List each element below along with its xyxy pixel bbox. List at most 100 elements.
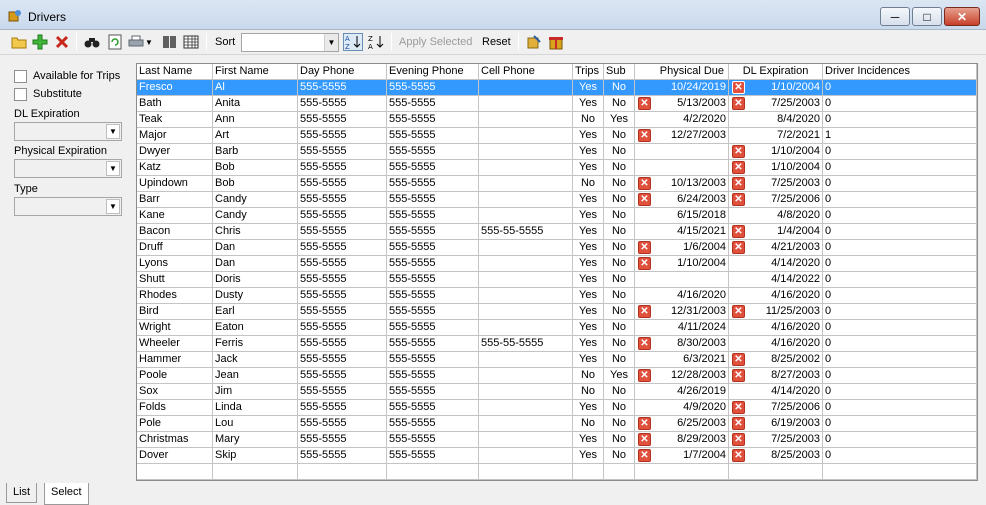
cell-last-name[interactable]: Bacon [137, 224, 213, 239]
cell-cell-phone[interactable] [479, 368, 573, 383]
column-header-last-name[interactable]: Last Name [137, 64, 213, 80]
close-button[interactable]: ✕ [944, 7, 980, 26]
cell-evening-phone[interactable]: 555-5555 [387, 224, 479, 239]
cell-last-name[interactable]: Bath [137, 96, 213, 111]
table-row[interactable]: Christmas Mary 555-5555 555-5555 Yes No 8/29/2… [137, 432, 977, 448]
cell-trips[interactable]: Yes [573, 448, 604, 463]
cell-cell-phone[interactable]: 555-55-5555 [479, 336, 573, 351]
table-row[interactable]: Wheeler Ferris 555-5555 555-5555 555-55-5555… [137, 336, 977, 352]
cell-cell-phone[interactable] [479, 96, 573, 111]
cell-first-name[interactable]: Mary [213, 432, 298, 447]
cell-cell-phone[interactable] [479, 272, 573, 287]
cell-day-phone[interactable]: 555-5555 [298, 176, 387, 191]
cell-cell-phone[interactable] [479, 128, 573, 143]
cell-physical-due[interactable] [635, 272, 729, 287]
column-header-driver-incidences[interactable]: Driver Incidences [823, 64, 977, 80]
cell-cell-phone[interactable]: 555-55-5555 [479, 224, 573, 239]
cell-physical-due[interactable] [635, 160, 729, 175]
cell-evening-phone[interactable]: 555-5555 [387, 160, 479, 175]
cell-evening-phone[interactable]: 555-5555 [387, 384, 479, 399]
cell-sub[interactable]: No [604, 160, 635, 175]
cell-day-phone[interactable]: 555-5555 [298, 272, 387, 287]
cell-evening-phone[interactable]: 555-5555 [387, 416, 479, 431]
cell-trips[interactable]: Yes [573, 320, 604, 335]
cell-driver-incidences[interactable]: 0 [823, 224, 977, 239]
column-header-sub[interactable]: Sub [604, 64, 635, 80]
column-header-first-name[interactable]: First Name [213, 64, 298, 80]
cell-first-name[interactable]: Ferris [213, 336, 298, 351]
cell-first-name[interactable]: Jean [213, 368, 298, 383]
cell-physical-due[interactable] [635, 144, 729, 159]
column-header-physical-due[interactable]: Physical Due [635, 64, 729, 80]
cell-driver-incidences[interactable]: 0 [823, 416, 977, 431]
cell-cell-phone[interactable] [479, 176, 573, 191]
cell-evening-phone[interactable]: 555-5555 [387, 448, 479, 463]
cell-trips[interactable]: No [573, 112, 604, 127]
cell-driver-incidences[interactable]: 0 [823, 240, 977, 255]
cell-day-phone[interactable]: 555-5555 [298, 352, 387, 367]
cell-evening-phone[interactable]: 555-5555 [387, 256, 479, 271]
cell-first-name[interactable]: Jim [213, 384, 298, 399]
cell-first-name[interactable]: Bob [213, 160, 298, 175]
cell-driver-incidences[interactable]: 0 [823, 448, 977, 463]
cell-sub[interactable]: No [604, 224, 635, 239]
cell-trips[interactable]: Yes [573, 160, 604, 175]
cell-trips[interactable]: Yes [573, 432, 604, 447]
cell-first-name[interactable] [213, 464, 298, 479]
cell-physical-due[interactable]: 4/9/2020 [635, 400, 729, 415]
column-header-cell-phone[interactable]: Cell Phone [479, 64, 573, 80]
cell-last-name[interactable]: Lyons [137, 256, 213, 271]
grid-icon[interactable] [182, 33, 200, 51]
cell-sub[interactable]: No [604, 336, 635, 351]
cell-dl-expiration[interactable]: 4/16/2020 [729, 320, 823, 335]
available-for-trips-checkbox[interactable] [14, 69, 27, 83]
cell-dl-expiration[interactable]: 4/8/2020 [729, 208, 823, 223]
add-icon[interactable] [31, 33, 49, 51]
cell-first-name[interactable]: Jack [213, 352, 298, 367]
cell-last-name[interactable]: Wright [137, 320, 213, 335]
cell-first-name[interactable]: Anita [213, 96, 298, 111]
table-row[interactable]: Bath Anita 555-5555 555-5555 Yes No 5/13/2003 7… [137, 96, 977, 112]
cell-evening-phone[interactable]: 555-5555 [387, 432, 479, 447]
table-row[interactable]: Druff Dan 555-5555 555-5555 Yes No 1/6/2004 4/2… [137, 240, 977, 256]
cell-trips[interactable]: Yes [573, 272, 604, 287]
cell-day-phone[interactable]: 555-5555 [298, 192, 387, 207]
cell-first-name[interactable]: Dan [213, 256, 298, 271]
cell-last-name[interactable]: Wheeler [137, 336, 213, 351]
cell-driver-incidences[interactable]: 0 [823, 256, 977, 271]
cell-cell-phone[interactable] [479, 256, 573, 271]
cell-trips[interactable]: Yes [573, 96, 604, 111]
cell-cell-phone[interactable] [479, 400, 573, 415]
cell-driver-incidences[interactable]: 0 [823, 208, 977, 223]
cell-first-name[interactable]: Bob [213, 176, 298, 191]
delete-icon[interactable] [53, 33, 71, 51]
cell-day-phone[interactable]: 555-5555 [298, 416, 387, 431]
cell-day-phone[interactable] [298, 464, 387, 479]
cell-cell-phone[interactable] [479, 352, 573, 367]
cell-trips[interactable]: No [573, 416, 604, 431]
cell-trips[interactable]: Yes [573, 208, 604, 223]
print-icon[interactable] [127, 33, 145, 51]
cell-evening-phone[interactable]: 555-5555 [387, 80, 479, 95]
table-row[interactable]: Pole Lou 555-5555 555-5555 No No 6/25/2003 6/19… [137, 416, 977, 432]
table-row[interactable]: Teak Ann 555-5555 555-5555 No Yes 4/2/2020 8/4/… [137, 112, 977, 128]
cell-last-name[interactable]: Fresco [137, 80, 213, 95]
type-select[interactable]: ▼ [14, 197, 122, 216]
cell-evening-phone[interactable]: 555-5555 [387, 144, 479, 159]
folder-open-icon[interactable] [10, 33, 28, 51]
cell-cell-phone[interactable] [479, 112, 573, 127]
cell-sub[interactable]: No [604, 320, 635, 335]
cell-day-phone[interactable]: 555-5555 [298, 400, 387, 415]
cell-driver-incidences[interactable]: 0 [823, 160, 977, 175]
sort-select[interactable]: ▼ [241, 33, 339, 52]
table-row[interactable]: Fresco Al 555-5555 555-5555 Yes No 10/24/2019 1… [137, 80, 977, 96]
cell-driver-incidences[interactable]: 0 [823, 96, 977, 111]
cell-evening-phone[interactable]: 555-5555 [387, 400, 479, 415]
cell-trips[interactable]: Yes [573, 288, 604, 303]
cell-evening-phone[interactable]: 555-5555 [387, 336, 479, 351]
cell-cell-phone[interactable] [479, 144, 573, 159]
cell-trips[interactable]: No [573, 384, 604, 399]
cell-dl-expiration[interactable]: 4/14/2020 [729, 384, 823, 399]
table-row[interactable]: Folds Linda 555-5555 555-5555 Yes No 4/9/2020 7… [137, 400, 977, 416]
cell-cell-phone[interactable] [479, 160, 573, 175]
